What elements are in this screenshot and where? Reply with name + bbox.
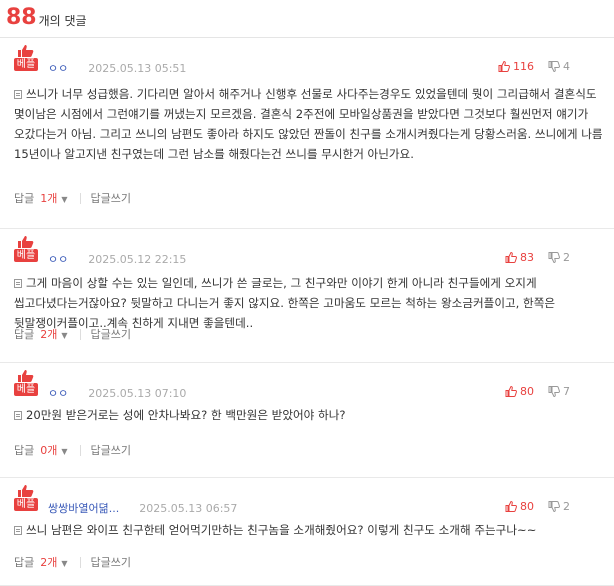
reply-toggle[interactable]: 답글 2개 ▼ — [14, 326, 68, 342]
document-icon — [14, 90, 22, 99]
comment-count-label: 개의 댓글 — [38, 14, 87, 28]
best-comment-mark: 베플 — [14, 485, 38, 511]
upvote-count: 80 — [520, 385, 534, 398]
divider — [79, 444, 81, 456]
comment-count: 88 — [6, 5, 37, 30]
upvote-count: 80 — [520, 500, 534, 513]
downvote-count: 4 — [563, 60, 570, 73]
downvote-button[interactable]: 4 — [548, 60, 570, 73]
thumbs-up-icon — [18, 45, 34, 57]
thumbs-down-icon — [548, 61, 560, 72]
thumbs-down-icon — [548, 501, 560, 512]
comment-author[interactable]: ㅇㅇ — [48, 385, 68, 401]
best-badge: 베플 — [14, 498, 38, 511]
comment-text: 20만원 받은거로는 성에 안차나봐요? 한 백만원은 받았어야 하나? — [14, 405, 604, 425]
thumbs-up-icon — [18, 370, 34, 382]
upvote-count: 116 — [513, 60, 534, 73]
comment-item: 베플 쌍쌍바열어뎖... 2025.05.13 06:57 80 2 쓰니 남편… — [0, 478, 614, 586]
comment-item: 베플 ㅇㅇ 2025.05.13 05:51 116 4 쓰니가 너무 성급했음… — [0, 38, 614, 229]
best-badge: 베플 — [14, 58, 38, 71]
upvote-button[interactable]: 80 — [505, 500, 534, 513]
upvote-button[interactable]: 116 — [498, 60, 534, 73]
thumbs-down-icon — [548, 252, 560, 263]
document-icon — [14, 279, 22, 288]
upvote-button[interactable]: 80 — [505, 385, 534, 398]
reply-toggle[interactable]: 답글 1개 ▼ — [14, 190, 68, 206]
vote-box: 83 2 — [505, 251, 570, 264]
comment-item: 베플 ㅇㅇ 2025.05.12 22:15 83 2 그게 마음이 상할 수는… — [0, 229, 614, 363]
write-reply-button[interactable]: 답글쓰기 — [91, 554, 131, 570]
upvote-count: 83 — [520, 251, 534, 264]
thumbs-up-icon — [505, 386, 517, 397]
divider — [79, 192, 81, 204]
comment-date: 2025.05.13 06:57 — [139, 501, 238, 515]
comment-meta: ㅇㅇ 2025.05.12 22:15 — [48, 251, 186, 267]
vote-box: 80 7 — [505, 385, 570, 398]
reply-toggle[interactable]: 답글 2개 ▼ — [14, 554, 68, 570]
comment-actions: 답글 2개 ▼ 답글쓰기 — [14, 326, 131, 342]
comment-author[interactable]: ㅇㅇ — [48, 60, 68, 76]
comment-date: 2025.05.13 05:51 — [88, 61, 187, 75]
comment-author[interactable]: ㅇㅇ — [48, 251, 68, 267]
downvote-count: 2 — [563, 500, 570, 513]
comment-date: 2025.05.12 22:15 — [88, 252, 187, 266]
document-icon — [14, 526, 22, 535]
best-comment-mark: 베플 — [14, 45, 38, 71]
comment-meta: 쌍쌍바열어뎖... 2025.05.13 06:57 — [48, 500, 237, 516]
vote-box: 116 4 — [498, 60, 570, 73]
thumbs-up-icon — [505, 501, 517, 512]
downvote-count: 7 — [563, 385, 570, 398]
best-badge: 베플 — [14, 383, 38, 396]
reply-toggle[interactable]: 답글 0개 ▼ — [14, 442, 68, 458]
comment-meta: ㅇㅇ 2025.05.13 07:10 — [48, 385, 186, 401]
thumbs-up-icon — [505, 252, 517, 263]
comment-actions: 답글 1개 ▼ 답글쓰기 — [14, 190, 131, 206]
comments-header: 88 개의 댓글 — [0, 0, 614, 38]
vote-box: 80 2 — [505, 500, 570, 513]
divider — [79, 328, 81, 340]
write-reply-button[interactable]: 답글쓰기 — [91, 442, 131, 458]
caret-down-icon: ▼ — [61, 559, 68, 568]
comment-actions: 답글 0개 ▼ 답글쓰기 — [14, 442, 131, 458]
thumbs-up-icon — [18, 236, 34, 248]
best-comment-mark: 베플 — [14, 236, 38, 262]
thumbs-up-icon — [498, 61, 510, 72]
document-icon — [14, 411, 22, 420]
caret-down-icon: ▼ — [61, 195, 68, 204]
downvote-count: 2 — [563, 251, 570, 264]
comment-author[interactable]: 쌍쌍바열어뎖... — [48, 500, 119, 516]
comment-item: 베플 ㅇㅇ 2025.05.13 07:10 80 7 20만원 받은거로는 성… — [0, 363, 614, 478]
comment-meta: ㅇㅇ 2025.05.13 05:51 — [48, 60, 186, 76]
best-badge: 베플 — [14, 249, 38, 262]
comment-text: 쓰니가 너무 성급했음. 기다리면 알아서 해주거나 신행후 선물로 사다주는경… — [14, 87, 603, 161]
downvote-button[interactable]: 2 — [548, 500, 570, 513]
divider — [79, 556, 81, 568]
comment-text: 쓰니 남편은 와이프 친구한테 얻어먹기만하는 친구놈을 소개해줬어요? 이렇게… — [14, 520, 604, 540]
caret-down-icon: ▼ — [61, 447, 68, 456]
best-comment-mark: 베플 — [14, 370, 38, 396]
thumbs-up-icon — [18, 485, 34, 497]
comment-actions: 답글 2개 ▼ 답글쓰기 — [14, 554, 131, 570]
caret-down-icon: ▼ — [61, 331, 68, 340]
upvote-button[interactable]: 83 — [505, 251, 534, 264]
thumbs-down-icon — [548, 386, 560, 397]
comment-text: 그게 마음이 상할 수는 있는 일인데, 쓰니가 쓴 글로는, 그 친구와만 이… — [14, 276, 556, 330]
downvote-button[interactable]: 2 — [548, 251, 570, 264]
comment-date: 2025.05.13 07:10 — [88, 386, 187, 400]
write-reply-button[interactable]: 답글쓰기 — [91, 190, 131, 206]
write-reply-button[interactable]: 답글쓰기 — [91, 326, 131, 342]
downvote-button[interactable]: 7 — [548, 385, 570, 398]
